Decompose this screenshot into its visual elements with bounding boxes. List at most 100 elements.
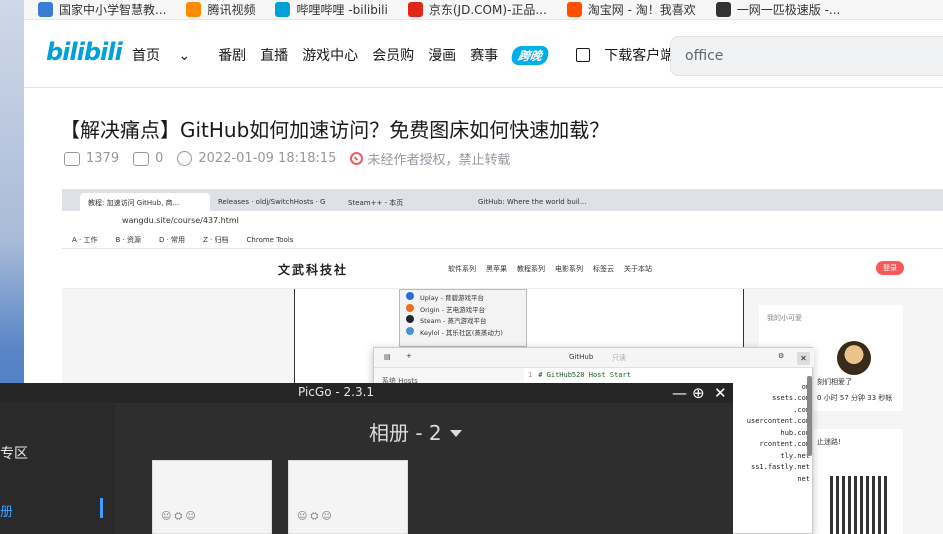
bookmark-item[interactable]: 哔哩哔哩 -bilibili [275, 1, 388, 18]
screenshot-bookmark: Z · 归档 [203, 235, 229, 244]
screenshot-side-title: 我的小可爱 [767, 314, 802, 322]
line-text: tly.net [780, 451, 810, 460]
screenshot-address-bar: wangdu.site/course/437.html [62, 211, 943, 231]
screenshot-menu-item: 关于本站 [624, 265, 652, 273]
picgo-titlebar[interactable]: PicGo - 2.3.1 — ⊕ ✕ [0, 383, 733, 403]
line-text: rcontent.com [759, 440, 810, 448]
minimize-button[interactable]: — [672, 384, 687, 402]
album-heading: 相册 - 2 [369, 421, 442, 445]
line-text: ss1.fastly.net [750, 463, 810, 471]
chevron-down-icon: ⌄ [178, 48, 191, 64]
close-button[interactable]: ✕ [714, 384, 727, 402]
screenshot-menu-item: 教程系列 [517, 265, 545, 273]
bookmark-label: 淘宝网 - 淘！我喜欢 [587, 3, 696, 17]
nav-game-center[interactable]: 游戏中心 [302, 45, 358, 65]
caret-down-icon [449, 430, 462, 437]
screenshot-bookmarks: A · 工作 B · 资源 D · 常用 Z · 归档 Chrome Tools [62, 231, 943, 249]
screenshot-bookmark: Chrome Tools [246, 235, 294, 244]
bookmark-item[interactable]: 一网一匹极速版 -... [715, 1, 841, 18]
picgo-window: PicGo - 2.3.1 — ⊕ ✕ 专区 册 相册 - 2 ☺⛭☺ ☺⛭☺ [0, 383, 733, 534]
close-icon: ✕ [797, 352, 810, 365]
album-dropdown[interactable]: 相册 - 2 [369, 417, 462, 446]
line-text: hub.com [780, 428, 810, 437]
screenshot-menu-item: 标签云 [593, 265, 614, 273]
qr-code [830, 476, 890, 534]
screenshot-tab: Releases · oldj/SwitchHosts · G [218, 198, 326, 206]
forbidden-icon [350, 152, 364, 165]
line-text: net [797, 474, 810, 483]
line-number: 1 [528, 371, 533, 379]
bookmark-favicon-icon [566, 2, 582, 17]
download-client-label: 下载客户端 [604, 48, 675, 64]
bookmark-item[interactable]: 京东(JD.COM)-正品... [407, 1, 547, 18]
clock-icon [177, 151, 193, 166]
sidebar-item-album[interactable]: 册 [0, 501, 13, 520]
sidebar-item-zone[interactable]: 专区 [0, 443, 28, 463]
nav-live[interactable]: 直播 [260, 45, 288, 65]
nav-home[interactable]: 首页 ⌄ [132, 45, 204, 65]
bilibili-logo[interactable]: bilibili [46, 38, 123, 66]
bookmark-item[interactable]: 国家中小学智慧教... [38, 1, 166, 18]
screenshot-menu-item: 黑苹果 [486, 265, 507, 273]
screenshot-hosts-title: GitHub [569, 353, 594, 361]
screenshot-side-text: 止迷路! [817, 438, 841, 446]
gear-icon: ⚙ [778, 352, 785, 360]
screenshot-tab: Steam++ - 本页 [348, 199, 404, 207]
view-count: 1379 [64, 151, 119, 166]
license-notice: 未经作者授权，禁止转载 [350, 149, 510, 168]
screenshot-site-name: 文武科技社 [278, 263, 349, 277]
bookmark-label: 哔哩哔哩 -bilibili [296, 3, 388, 17]
screenshot-platform-item: Keylol - 其乐社区(蒸蒸动力) [400, 325, 526, 337]
screenshot-platform-item: Uplay - 育碧游戏平台 [400, 290, 526, 302]
bookmark-favicon-icon [38, 2, 53, 17]
nav-badge-kuawan[interactable]: 跨晚 [510, 45, 550, 65]
nav-match[interactable]: 赛事 [470, 45, 498, 65]
screenshot-site-menu: 软件系列 黑苹果 教程系列 电影系列 标签云 关于本站 [448, 264, 662, 274]
screenshot-hosts-titlebar: ▤ + GitHub 只读 ⚙ [374, 348, 814, 368]
avatar [837, 341, 871, 375]
bookmark-label: 腾讯视频 [207, 3, 256, 17]
screenshot-tab: GitHub: Where the world buil... [478, 198, 587, 206]
comment-count-value: 0 [155, 151, 164, 166]
screenshot-tab: 教程: 加速访问 GitHub, 商... [80, 193, 210, 211]
bookmark-favicon-icon [407, 2, 423, 17]
screenshot-site-header: 文武科技社 软件系列 黑苹果 教程系列 电影系列 标签云 关于本站 登录 [62, 249, 943, 289]
screenshot-menu-item: 软件系列 [448, 265, 476, 273]
nav-home-label: 首页 [132, 48, 160, 64]
sidebar-toggle-icon: ▤ [384, 353, 391, 361]
bookmark-item[interactable]: 腾讯视频 [186, 1, 255, 18]
publish-time: 2022-01-09 18:18:15 [177, 151, 336, 166]
view-count-value: 1379 [86, 151, 120, 166]
screenshot-platform-list: Uplay - 育碧游戏平台 Origin - 艺电游戏平台 Steam - 蒸汽游… [399, 289, 527, 347]
main-nav: 首页 ⌄ 番剧 直播 游戏中心 会员购 漫画 赛事 跨晚 下载客户端 [132, 45, 702, 65]
line-text: # GitHub520 Host Start [538, 371, 631, 379]
bookmark-label: 一网一匹极速版 -... [736, 3, 841, 17]
screenshot-bookmark: B · 资源 [115, 235, 141, 244]
screenshot-side-text: 刻们相爱了 [817, 378, 852, 386]
nav-anime[interactable]: 番剧 [218, 45, 246, 65]
screenshot-side-text: 0 小时 57 分钟 33 秒帐 [817, 394, 893, 402]
download-icon [576, 48, 591, 62]
nav-manga[interactable]: 漫画 [428, 45, 456, 65]
screenshot-login-button: 登录 [876, 261, 904, 275]
publish-time-value: 2022-01-09 18:18:15 [198, 151, 337, 166]
bookmark-label: 京东(JD.COM)-正品... [428, 3, 547, 17]
screenshot-scrollbar [807, 376, 812, 456]
album-image-card[interactable]: ☺⛭☺ [288, 460, 408, 534]
bookmark-item[interactable]: 淘宝网 - 淘！我喜欢 [566, 1, 696, 18]
license-text: 未经作者授权，禁止转载 [367, 153, 511, 168]
image-thumb-icons: ☺⛭☺ [161, 511, 199, 522]
active-indicator [100, 498, 103, 518]
nav-mall[interactable]: 会员购 [372, 45, 414, 65]
picgo-title: PicGo - 2.3.1 [298, 385, 375, 399]
bookmark-label: 国家中小学智慧教... [59, 3, 167, 17]
album-image-card[interactable]: ☺⛭☺ [152, 460, 272, 534]
search-input[interactable]: office [670, 36, 943, 76]
plus-icon: + [406, 352, 412, 360]
bookmark-favicon-icon [186, 2, 202, 17]
comment-icon [133, 151, 150, 166]
maximize-button[interactable]: ⊕ [692, 384, 705, 402]
play-icon [64, 151, 80, 166]
comment-count[interactable]: 0 [133, 151, 163, 166]
screenshot-menu-item: 电影系列 [555, 265, 583, 273]
